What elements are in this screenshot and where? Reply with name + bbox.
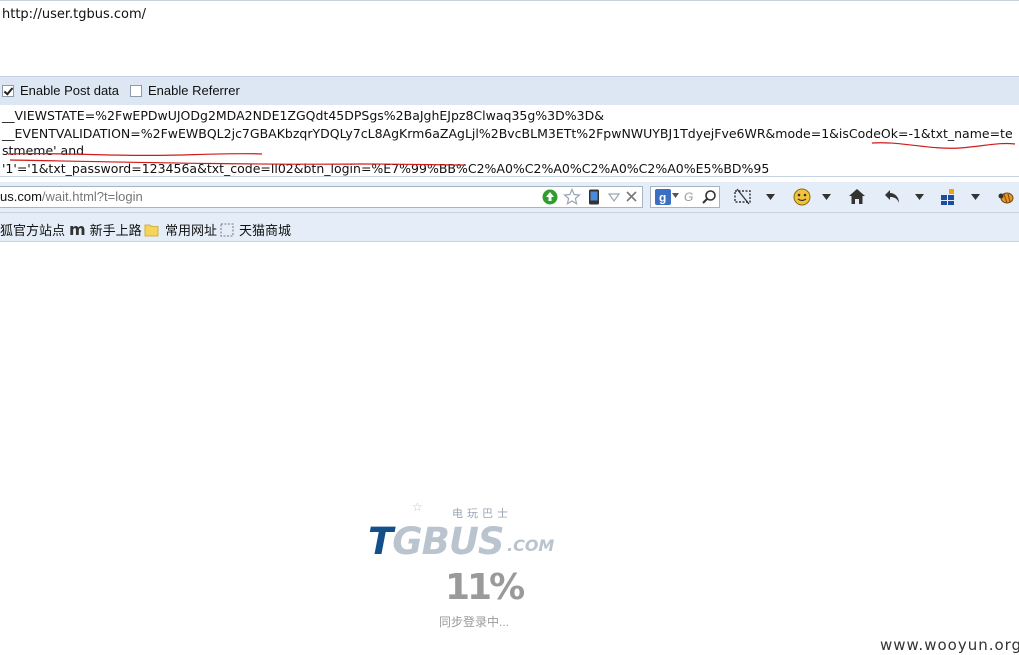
svg-text:g: g <box>659 191 666 205</box>
search-engine-dropdown-icon[interactable] <box>672 193 679 198</box>
screenshot-dropdown-icon[interactable] <box>766 194 775 200</box>
google-g-icon[interactable]: g <box>655 189 671 205</box>
bookmark-label: 新手上路 <box>89 223 142 238</box>
bookmark-label: 常用网址 <box>165 223 218 238</box>
sync-login-status: 同步登录中... <box>439 615 510 629</box>
post-data-line-1: __VIEWSTATE=%2FwEPDwUJODg2MDA2NDE1ZGQdt4… <box>2 108 604 123</box>
enable-post-data-label: Enable Post data <box>20 83 120 98</box>
search-icon[interactable] <box>701 189 717 205</box>
bookmarks-toolbar: 狐官方站点 m 新手上路 常用网址 天猫商城 <box>0 213 1019 242</box>
bookmark-star-icon[interactable] <box>563 188 581 206</box>
addon-dropdown-icon[interactable] <box>822 194 831 200</box>
mobile-device-icon[interactable] <box>588 189 600 205</box>
address-host: us.com <box>0 189 42 204</box>
search-box[interactable]: g G <box>650 186 720 208</box>
m-icon: m <box>69 220 86 239</box>
logo-star-icon: ☆ <box>412 500 423 514</box>
post-data-line-2: __EVENTVALIDATION=%2FwEWBQL2jc7GBAKbzqrY… <box>2 125 1013 159</box>
screenshot-tool-icon[interactable] <box>733 188 753 206</box>
hackbar-url-panel[interactable]: http://user.tgbus.com/ <box>0 0 1019 77</box>
bookmark-label: 天猫商城 <box>239 223 292 238</box>
stop-close-icon[interactable] <box>626 191 637 202</box>
enable-post-data-option[interactable]: Enable Post data <box>2 83 119 98</box>
tgbus-logo: TGBUS <box>368 520 505 563</box>
enable-referrer-label: Enable Referrer <box>148 83 240 98</box>
bookmark-folder-common-sites[interactable]: 常用网址 <box>144 220 217 239</box>
hackbar-url-text[interactable]: http://user.tgbus.com/ <box>2 7 146 22</box>
post-data-text[interactable]: __VIEWSTATE=%2FwEPDwUJODg2MDA2NDE1ZGQdt4… <box>2 107 1017 177</box>
home-icon[interactable] <box>848 188 866 205</box>
enable-post-data-checkbox[interactable] <box>2 84 14 97</box>
bookmark-item-firefox-site[interactable]: 狐官方站点 <box>0 220 65 239</box>
back-undo-icon[interactable] <box>884 188 902 205</box>
address-bar[interactable]: us.com/wait.html?t=login <box>0 186 643 208</box>
bookmark-label: 狐官方站点 <box>0 223 66 238</box>
go-arrow-icon[interactable] <box>542 189 558 205</box>
wooyun-watermark: www.wooyun.org <box>880 636 1019 654</box>
search-placeholder: G <box>684 190 694 204</box>
firebug-bug-icon[interactable] <box>997 188 1015 206</box>
bookmark-item-tmall[interactable]: 天猫商城 <box>220 220 291 239</box>
post-data-panel[interactable]: __VIEWSTATE=%2FwEPDwUJODg2MDA2NDE1ZGQdt4… <box>0 105 1019 177</box>
enable-referrer-checkbox[interactable] <box>130 84 142 97</box>
logo-com-suffix: .COM <box>507 536 555 555</box>
logo-chinese-text: 电玩巴士 <box>452 507 512 520</box>
dropdown-history-icon[interactable] <box>608 191 620 203</box>
folder-icon <box>144 223 159 237</box>
apps-grid-icon[interactable] <box>940 188 958 206</box>
apps-dropdown-icon[interactable] <box>971 194 980 200</box>
loading-progress-percent: 11% <box>445 567 525 608</box>
post-data-line-3: '1'='1&txt_password=123456a&txt_code=ll0… <box>2 160 770 176</box>
logo-rest-letters: GBUS <box>392 520 504 563</box>
hackbar-options-bar: Enable Post data Enable Referrer <box>0 76 1019 106</box>
smiley-addon-icon[interactable] <box>792 187 812 207</box>
enable-referrer-option[interactable]: Enable Referrer <box>130 83 240 98</box>
address-path: /wait.html?t=login <box>41 189 143 204</box>
back-dropdown-icon[interactable] <box>915 194 924 200</box>
bookmark-item-beginner[interactable]: m 新手上路 <box>69 220 142 239</box>
logo-t-letter: T <box>368 520 393 563</box>
dashed-box-icon <box>220 223 234 237</box>
navigation-toolbar: us.com/wait.html?t=login g G <box>0 182 1019 213</box>
